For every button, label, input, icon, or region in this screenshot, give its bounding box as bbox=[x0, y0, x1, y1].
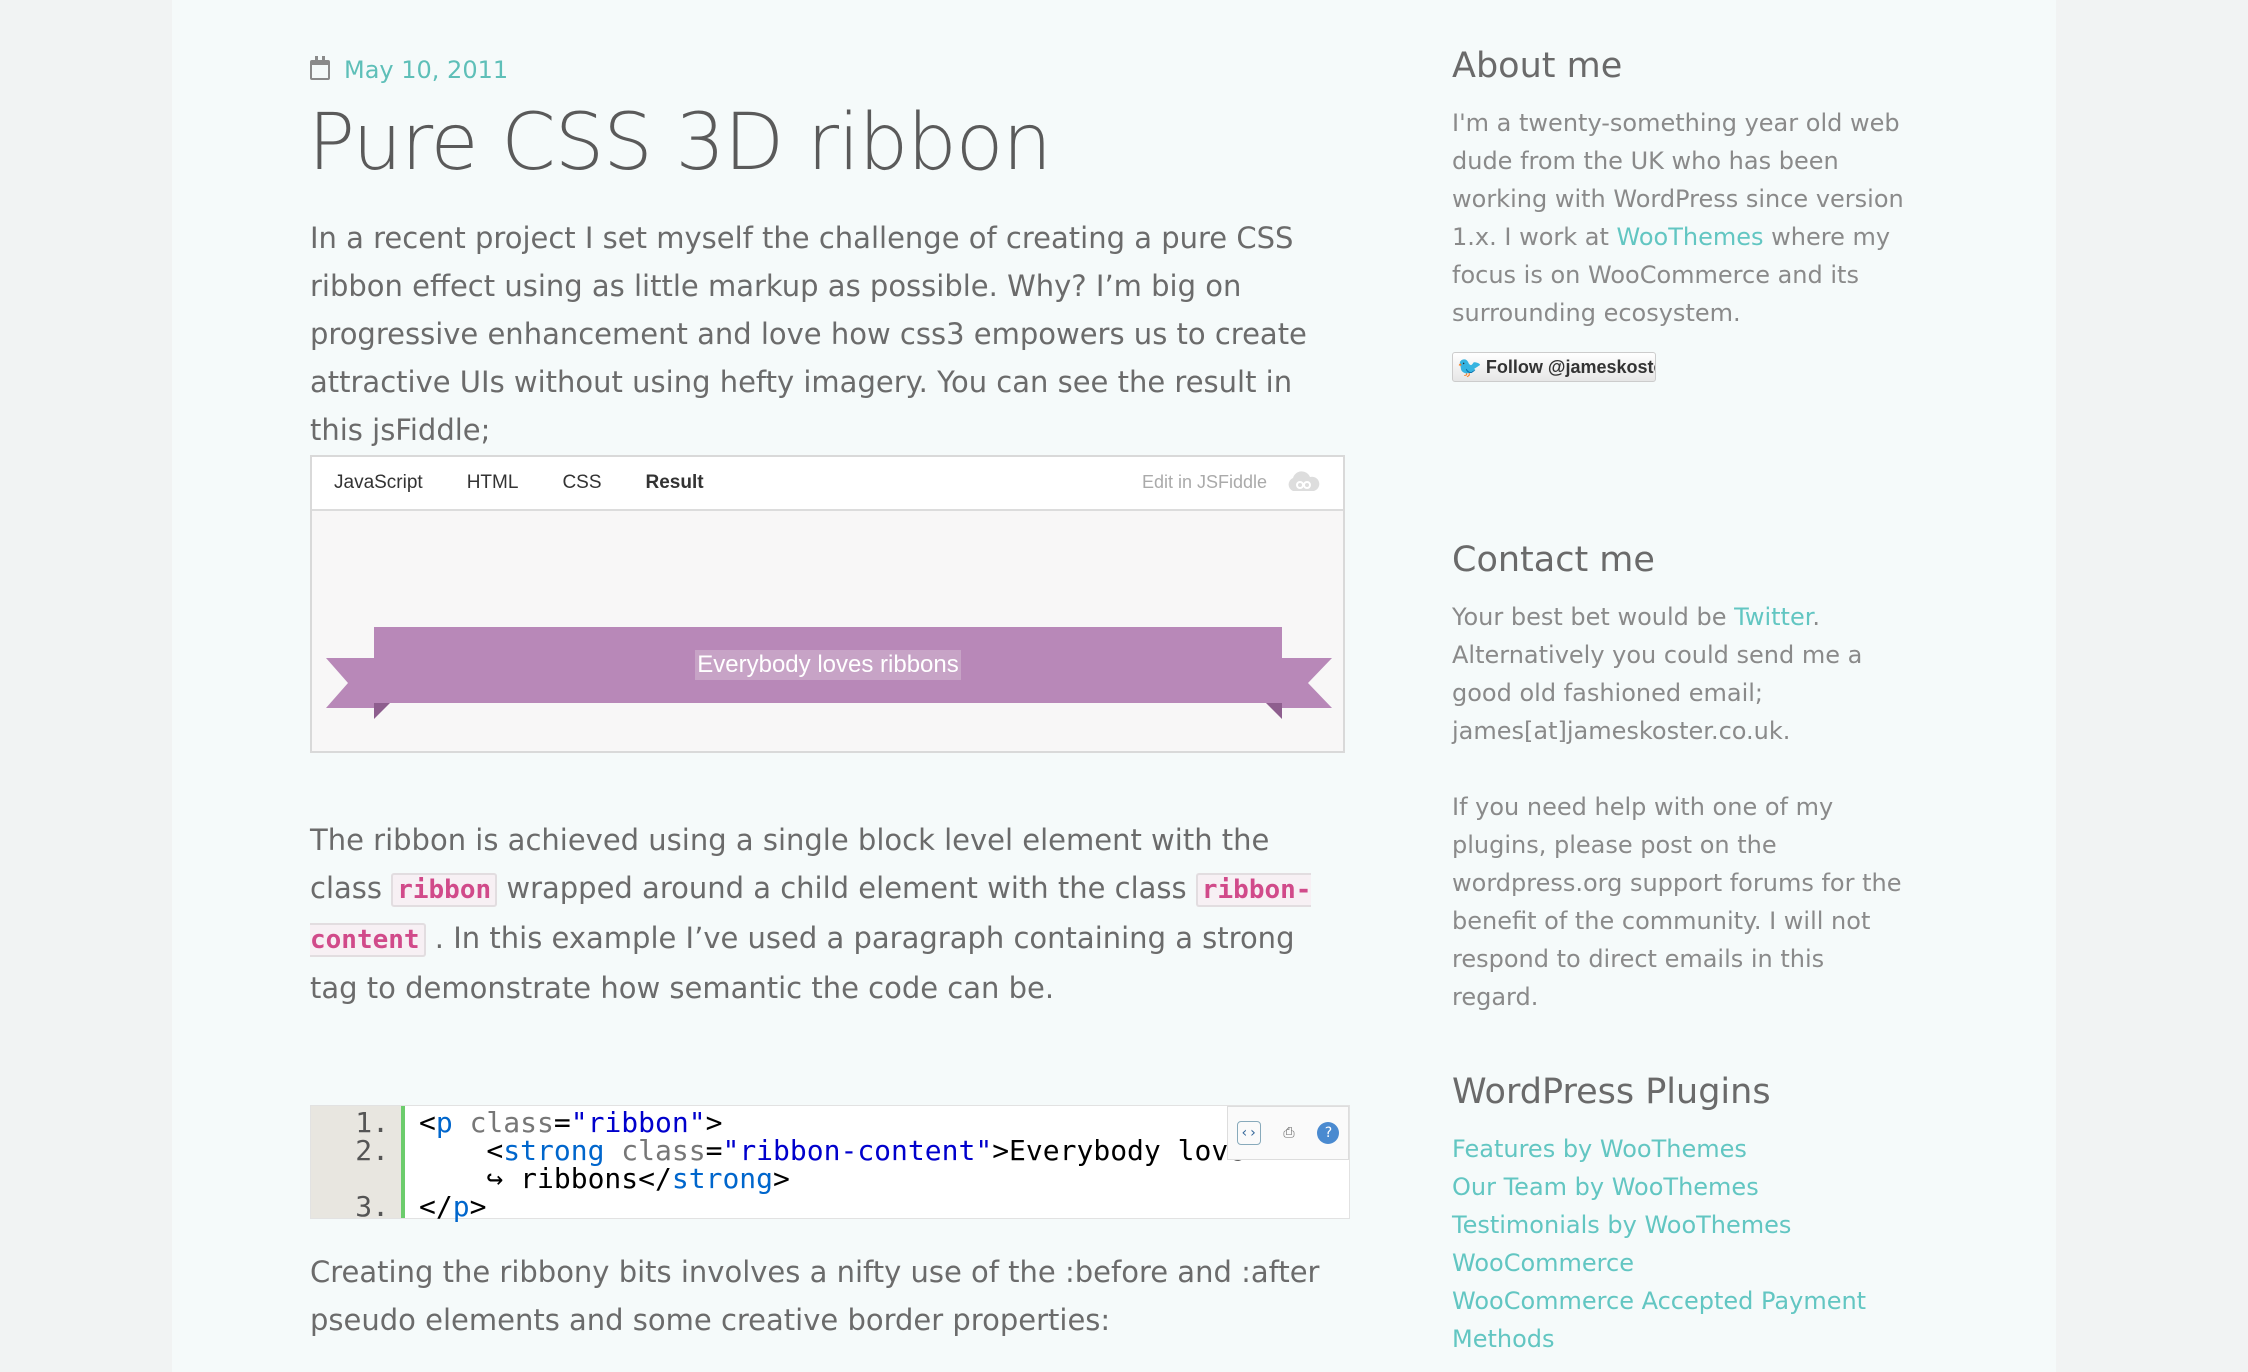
twitter-bird-icon: 🐦 bbox=[1457, 356, 1482, 379]
ribbon-content: Everybody loves ribbons bbox=[695, 650, 961, 680]
help-icon[interactable]: ? bbox=[1317, 1122, 1340, 1144]
tab-css[interactable]: CSS bbox=[562, 472, 601, 494]
contact-title: Contact me bbox=[1452, 540, 1655, 580]
contact-widget: Contact me Your best bet would be Twitte… bbox=[1452, 540, 1932, 1016]
plugins-title: WordPress Plugins bbox=[1452, 1072, 1771, 1112]
ribbon-explanation-paragraph: The ribbon is achieved using a single bl… bbox=[310, 816, 1350, 1012]
jsfiddle-cloud-icon[interactable] bbox=[1285, 471, 1321, 493]
para2-text-c: . In this example I’ve used a paragraph … bbox=[310, 921, 1295, 1005]
inline-code-ribbon: ribbon bbox=[391, 873, 498, 907]
line-number-gutter: 1. 2. 3. bbox=[311, 1106, 405, 1223]
line-number: 2. bbox=[355, 1134, 389, 1167]
post-date-text[interactable]: May 10, 2011 bbox=[344, 56, 508, 84]
code-toolbar: ‹› ⎙ ? bbox=[1227, 1106, 1349, 1160]
intro-paragraph: In a recent project I set myself the cha… bbox=[310, 221, 1307, 447]
plugin-link[interactable]: WooCommerce Accepted Payment Methods bbox=[1452, 1282, 1872, 1358]
plugin-link[interactable]: Testimonials by WooThemes bbox=[1452, 1206, 1932, 1244]
twitter-follow-button[interactable]: 🐦 Follow @jameskoste bbox=[1452, 352, 1656, 382]
jsfiddle-tabs: JavaScript HTML CSS Result Edit in JSFid… bbox=[312, 457, 1343, 511]
plugin-link[interactable]: Features by WooThemes bbox=[1452, 1130, 1932, 1168]
about-widget: About me I'm a twenty-something year old… bbox=[1452, 46, 1932, 382]
about-title: About me bbox=[1452, 46, 1623, 86]
jsfiddle-embed: JavaScript HTML CSS Result Edit in JSFid… bbox=[310, 455, 1345, 753]
tab-html[interactable]: HTML bbox=[467, 472, 519, 494]
code-block: 1. 2. 3. <p class="ribbon"> <strong clas… bbox=[310, 1105, 1350, 1223]
calendar-icon bbox=[310, 56, 330, 80]
woothemes-link[interactable]: WooThemes bbox=[1617, 223, 1764, 251]
about-text: I'm a twenty-something year old web dude… bbox=[1452, 109, 1904, 327]
line-number: 3. bbox=[355, 1190, 389, 1223]
contact-help-text: If you need help with one of my plugins,… bbox=[1452, 793, 1902, 1011]
tab-result[interactable]: Result bbox=[646, 472, 704, 494]
plugins-widget: WordPress Plugins Features by WooThemes … bbox=[1452, 1072, 1932, 1358]
contact-text: Your best bet would be Twitter. Alternat… bbox=[1452, 603, 1863, 745]
plugin-link[interactable]: Our Team by WooThemes bbox=[1452, 1168, 1932, 1206]
edit-in-jsfiddle-link[interactable]: Edit in JSFiddle bbox=[1142, 472, 1267, 493]
follow-wrapper: 🐦 Follow @jameskoste bbox=[1452, 352, 1932, 382]
twitter-link[interactable]: Twitter bbox=[1734, 603, 1812, 631]
fiddle-result: Everybody loves ribbons bbox=[312, 511, 1343, 755]
plugins-list: Features by WooThemes Our Team by WooThe… bbox=[1452, 1130, 1932, 1358]
ribbon: Everybody loves ribbons bbox=[374, 627, 1282, 703]
post-date[interactable]: May 10, 2011 bbox=[310, 56, 508, 84]
view-source-icon[interactable]: ‹› bbox=[1236, 1121, 1261, 1145]
pseudo-elements-paragraph: Creating the ribbony bits involves a nif… bbox=[310, 1255, 1320, 1337]
para2-text-b: wrapped around a child element with the … bbox=[506, 871, 1196, 905]
plugin-link[interactable]: WooCommerce bbox=[1452, 1244, 1932, 1282]
code-line: </p> bbox=[419, 1190, 487, 1223]
post-title: Pure CSS 3D ribbon bbox=[308, 98, 1052, 188]
tab-javascript[interactable]: JavaScript bbox=[334, 472, 423, 494]
print-icon[interactable]: ⎙ bbox=[1278, 1122, 1300, 1144]
